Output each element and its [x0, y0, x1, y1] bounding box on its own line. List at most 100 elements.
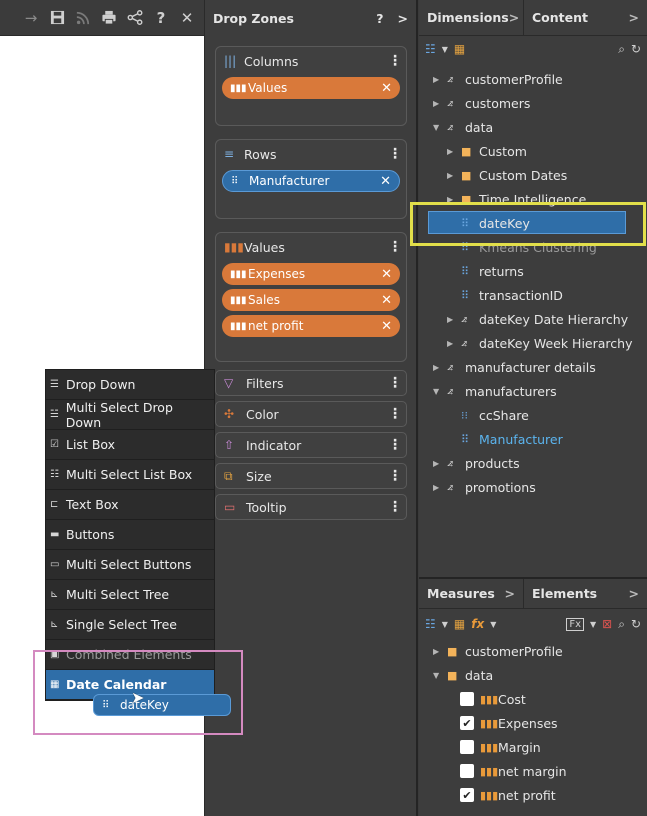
- tree-item-custom-dates[interactable]: ▶ ■ Custom Dates: [447, 163, 567, 187]
- checkbox[interactable]: [460, 764, 474, 778]
- hierarchy-icon[interactable]: ▦: [454, 617, 465, 631]
- rss-icon[interactable]: [72, 7, 94, 29]
- expand-icon[interactable]: ▶: [447, 171, 461, 180]
- measure-item-expenses[interactable]: ✔ ▮▮▮ Expenses: [460, 711, 558, 735]
- arrow-right-icon[interactable]: →: [20, 7, 42, 29]
- collapse-icon[interactable]: ▼: [433, 123, 447, 132]
- remove-icon[interactable]: ✕: [380, 174, 391, 189]
- tree-item-products[interactable]: ▶ ⦨ products: [433, 451, 520, 475]
- more-options-icon[interactable]: ⋮: [388, 147, 402, 161]
- chevron-right-icon[interactable]: >: [505, 586, 515, 601]
- checkbox[interactable]: ✔: [460, 716, 474, 730]
- more-options-icon[interactable]: ⋮: [388, 469, 402, 483]
- chevron-right-icon[interactable]: >: [509, 10, 519, 25]
- menu-item-drop-down[interactable]: ☰ Drop Down: [46, 370, 214, 400]
- indicator-zone[interactable]: ⇧ Indicator ⋮: [215, 432, 407, 458]
- tab-measures[interactable]: Measures >: [419, 579, 523, 608]
- tree-item-custom[interactable]: ▶ ■ Custom: [447, 139, 527, 163]
- tree-item-returns[interactable]: ⠿ returns: [461, 259, 524, 283]
- more-options-icon[interactable]: ⋮: [388, 54, 402, 68]
- checkbox[interactable]: ✔: [460, 788, 474, 802]
- menu-item-multi-select-tree[interactable]: ⊾ Multi Select Tree: [46, 580, 214, 610]
- expand-icon[interactable]: ▶: [433, 75, 447, 84]
- measure-item-net-margin[interactable]: ▮▮▮ net margin: [460, 759, 567, 783]
- tree-item-transactionid[interactable]: ⠿ transactionID: [461, 283, 563, 307]
- measure-item-net-profit[interactable]: ✔ ▮▮▮ net profit: [460, 783, 556, 807]
- expand-icon[interactable]: ▶: [447, 315, 461, 324]
- columns-zone[interactable]: ||| Columns ⋮ ▮▮▮ Values ✕: [215, 46, 407, 126]
- search-icon[interactable]: ⌕: [618, 42, 625, 57]
- more-options-icon[interactable]: ⋮: [388, 376, 402, 390]
- expand-icon[interactable]: ▶: [447, 147, 461, 156]
- menu-item-text-box[interactable]: ⊏ Text Box: [46, 490, 214, 520]
- remove-icon[interactable]: ✕: [381, 81, 392, 96]
- remove-icon[interactable]: ✕: [381, 293, 392, 308]
- tree-item-manufacturers[interactable]: ▼ ⦨ manufacturers: [433, 379, 557, 403]
- chevron-right-icon[interactable]: >: [629, 10, 639, 25]
- more-options-icon[interactable]: ⋮: [388, 500, 402, 514]
- remove-icon[interactable]: ✕: [381, 267, 392, 282]
- expand-icon[interactable]: ▶: [433, 483, 447, 492]
- tree-item-datekey-week-hierarchy[interactable]: ▶ ⦨ dateKey Week Hierarchy: [447, 331, 632, 355]
- measure-item-data[interactable]: ▼ ■ data: [433, 663, 493, 687]
- chevron-right-icon[interactable]: >: [398, 11, 408, 26]
- tree-item-data[interactable]: ▼ ⦨ data: [433, 115, 493, 139]
- field-pill-expenses[interactable]: ▮▮▮ Expenses ✕: [222, 263, 400, 285]
- more-options-icon[interactable]: ⋮: [388, 438, 402, 452]
- menu-item-multi-select-list-box[interactable]: ☷ Multi Select List Box: [46, 460, 214, 490]
- tree-view-icon[interactable]: ☷: [425, 617, 436, 631]
- color-zone[interactable]: ✣ Color ⋮: [215, 401, 407, 427]
- filters-zone[interactable]: ▽ Filters ⋮: [215, 370, 407, 396]
- more-options-icon[interactable]: ⋮: [388, 407, 402, 421]
- size-zone[interactable]: ⧉ Size ⋮: [215, 463, 407, 489]
- formula-icon[interactable]: fx: [471, 617, 484, 631]
- rows-zone[interactable]: ≡ Rows ⋮ ⠿ Manufacturer ✕: [215, 139, 407, 219]
- close-icon[interactable]: ✕: [176, 7, 198, 29]
- tree-item-promotions[interactable]: ▶ ⦨ promotions: [433, 475, 536, 499]
- share-icon[interactable]: [124, 7, 146, 29]
- menu-item-buttons[interactable]: ▬ Buttons: [46, 520, 214, 550]
- tab-dimensions[interactable]: Dimensions >: [419, 0, 523, 35]
- tree-view-icon[interactable]: ☷: [425, 42, 436, 56]
- field-pill-sales[interactable]: ▮▮▮ Sales ✕: [222, 289, 400, 311]
- hierarchy-icon[interactable]: ▦: [454, 42, 465, 56]
- help-icon[interactable]: ?: [376, 11, 383, 26]
- tree-item-ccshare[interactable]: ⁝⁝ ccShare: [461, 403, 529, 427]
- help-icon[interactable]: ?: [150, 7, 172, 29]
- tab-elements[interactable]: Elements >: [523, 579, 647, 608]
- menu-item-single-select-tree[interactable]: ⊾ Single Select Tree: [46, 610, 214, 640]
- tooltip-zone[interactable]: ▭ Tooltip ⋮: [215, 494, 407, 520]
- save-icon[interactable]: [46, 7, 68, 29]
- collapse-icon[interactable]: ▼: [433, 671, 447, 680]
- measure-item-customerprofile[interactable]: ▶ ■ customerProfile: [433, 639, 563, 663]
- menu-item-multi-select-buttons[interactable]: ▭ Multi Select Buttons: [46, 550, 214, 580]
- checkbox[interactable]: [460, 692, 474, 706]
- refresh-icon[interactable]: ↻: [631, 617, 641, 631]
- dropdown-caret-icon[interactable]: ▼: [490, 620, 496, 629]
- expand-icon[interactable]: ▶: [433, 459, 447, 468]
- menu-item-list-box[interactable]: ☑ List Box: [46, 430, 214, 460]
- measure-item-margin[interactable]: ▮▮▮ Margin: [460, 735, 541, 759]
- dropdown-caret-icon[interactable]: ▼: [442, 620, 448, 629]
- field-pill-values[interactable]: ▮▮▮ Values ✕: [222, 77, 400, 99]
- collapse-icon[interactable]: ▼: [433, 387, 447, 396]
- tree-item-datekey-date-hierarchy[interactable]: ▶ ⦨ dateKey Date Hierarchy: [447, 307, 628, 331]
- measure-item-cost[interactable]: ▮▮▮ Cost: [460, 687, 526, 711]
- expand-icon[interactable]: ▶: [433, 363, 447, 372]
- function-icon[interactable]: Fx: [566, 617, 584, 631]
- search-icon[interactable]: ⌕: [618, 617, 625, 632]
- more-options-icon[interactable]: ⋮: [388, 240, 402, 254]
- tab-content[interactable]: Content >: [523, 0, 647, 35]
- expand-icon[interactable]: ▶: [447, 339, 461, 348]
- tree-item-manufacturer-details[interactable]: ▶ ⦨ manufacturer details: [433, 355, 596, 379]
- chevron-right-icon[interactable]: >: [629, 586, 639, 601]
- clear-filter-icon[interactable]: ⊠: [602, 617, 612, 631]
- values-zone[interactable]: ▮▮▮ Values ⋮ ▮▮▮ Expenses ✕ ▮▮▮ Sales ✕ …: [215, 232, 407, 362]
- tree-item-customers[interactable]: ▶ ⦨ customers: [433, 91, 530, 115]
- dropdown-caret-icon[interactable]: ▼: [590, 620, 596, 629]
- tree-item-manufacturer[interactable]: ⠿ Manufacturer: [461, 427, 563, 451]
- print-icon[interactable]: [98, 7, 120, 29]
- expand-icon[interactable]: ▶: [433, 99, 447, 108]
- tree-item-customerprofile[interactable]: ▶ ⦨ customerProfile: [433, 67, 563, 91]
- remove-icon[interactable]: ✕: [381, 319, 392, 334]
